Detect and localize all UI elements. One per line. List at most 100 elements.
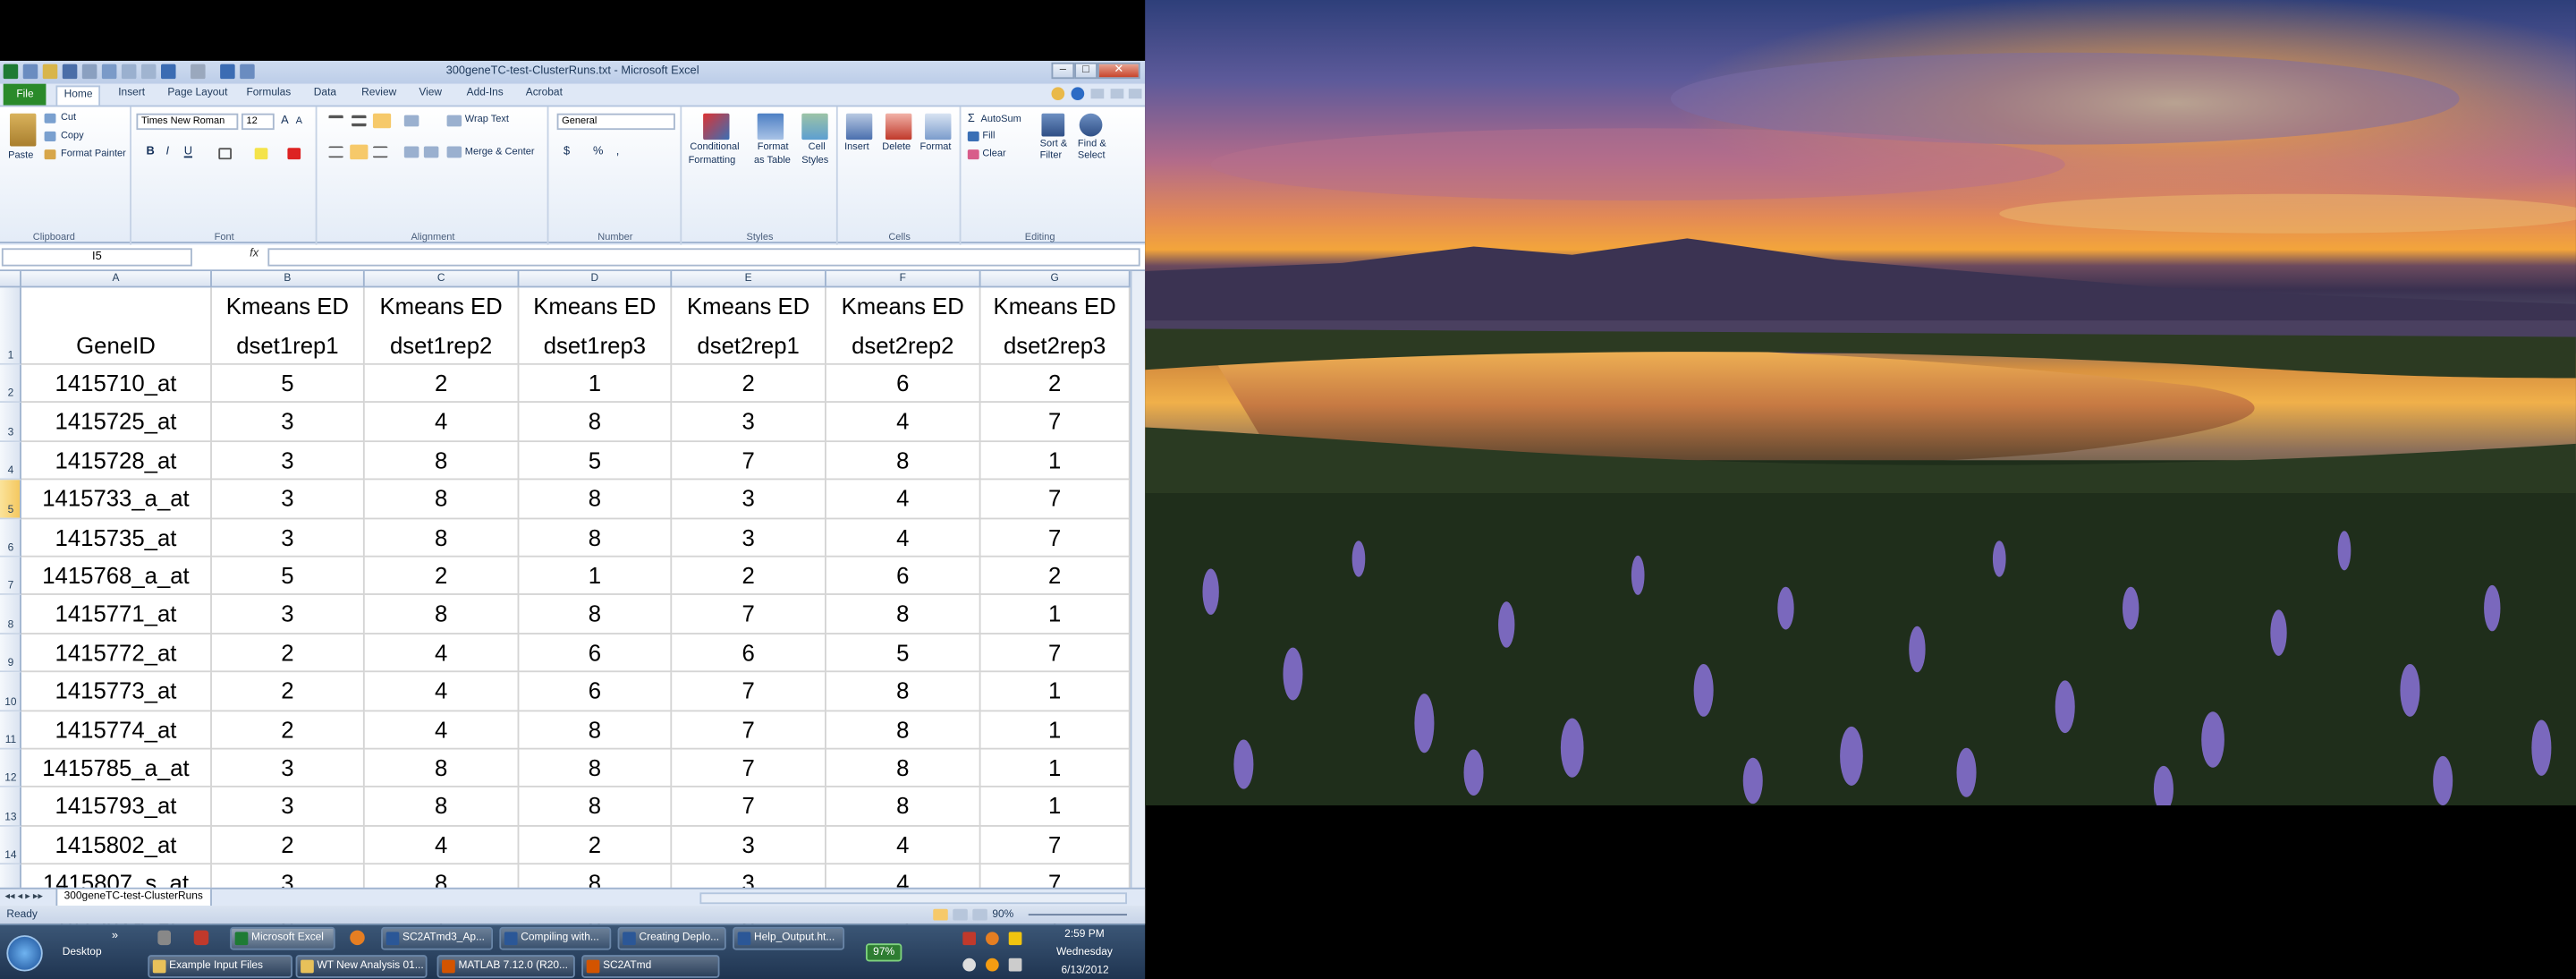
taskbar-sc2atmd[interactable]: SC2ATmd — [581, 955, 720, 978]
table-cell[interactable]: 3 — [672, 480, 826, 519]
table-cell[interactable]: 1415733_a_at — [21, 480, 212, 519]
align-left-icon[interactable] — [328, 146, 343, 158]
clear-icon[interactable] — [967, 149, 979, 160]
clear-button[interactable]: Clear — [982, 149, 1005, 159]
header-cell[interactable]: Kmeans ED dset1rep2 — [364, 287, 520, 365]
table-cell[interactable]: 1 — [980, 441, 1131, 481]
pinned-app-icon-1[interactable] — [157, 930, 172, 946]
doc-restore-icon[interactable] — [1110, 89, 1124, 99]
header-cell[interactable]: Kmeans ED dset2rep1 — [672, 287, 826, 365]
conditional-formatting-button-line2[interactable]: Formatting — [689, 156, 736, 166]
normal-view-icon[interactable] — [933, 908, 948, 921]
table-cell[interactable]: 1415725_at — [21, 403, 212, 442]
sort-filter-button-line2[interactable]: Filter — [1040, 151, 1063, 161]
column-header[interactable]: E — [672, 271, 826, 288]
table-cell[interactable]: 8 — [364, 518, 520, 558]
table-cell[interactable]: 8 — [364, 595, 520, 634]
table-cell[interactable]: 1 — [519, 557, 673, 596]
taskbar-wt-new-analysis[interactable]: WT New Analysis 01... — [295, 955, 428, 978]
table-cell[interactable]: 4 — [364, 826, 520, 865]
table-cell[interactable]: 7 — [672, 749, 826, 788]
tray-icon-3[interactable] — [1008, 932, 1022, 946]
row-header[interactable]: 8 — [0, 595, 21, 634]
row-header[interactable]: 7 — [0, 557, 21, 596]
table-cell[interactable]: 3 — [672, 826, 826, 865]
row-header[interactable]: 3 — [0, 403, 21, 442]
tab-review[interactable]: Review — [355, 87, 403, 98]
cut-button[interactable]: Cut — [61, 114, 76, 123]
align-bottom-icon[interactable] — [372, 113, 392, 129]
desktop-toolbar[interactable]: Desktop — [63, 947, 102, 958]
font-name-combo[interactable]: Times New Roman — [136, 113, 239, 131]
table-cell[interactable]: 2 — [211, 826, 365, 865]
vertical-scrollbar[interactable] — [1130, 271, 1146, 924]
merge-center-button[interactable]: Merge & Center — [465, 148, 535, 157]
table-cell[interactable]: 4 — [826, 826, 981, 865]
autosum-button[interactable]: AutoSum — [981, 115, 1021, 125]
table-cell[interactable]: 6 — [672, 634, 826, 673]
taskbar-help-output[interactable]: Help_Output.ht... — [733, 926, 845, 950]
conditional-formatting-button[interactable]: Conditional — [690, 143, 739, 153]
table-cell[interactable]: 4 — [826, 480, 981, 519]
find-select-button-line2[interactable]: Select — [1078, 151, 1106, 161]
paste-icon[interactable] — [10, 113, 37, 147]
sheet-tab[interactable]: 300geneTC-test-ClusterRuns — [55, 889, 212, 907]
table-cell[interactable]: 2 — [672, 364, 826, 404]
table-cell[interactable]: 1415768_a_at — [21, 557, 212, 596]
row-header[interactable]: 6 — [0, 518, 21, 558]
table-cell[interactable]: 8 — [519, 595, 673, 634]
fill-button[interactable]: Fill — [982, 132, 995, 141]
doc-minimize-icon[interactable] — [1090, 89, 1105, 99]
minimize-button[interactable]: – — [1051, 62, 1075, 80]
fill-color-icon[interactable] — [254, 148, 268, 160]
wrap-text-button[interactable]: Wrap Text — [465, 115, 509, 125]
table-cell[interactable]: 4 — [826, 403, 981, 442]
taskbar-word-sc2atmd3[interactable]: SC2ATmd3_Ap... — [381, 926, 494, 950]
table-cell[interactable]: 4 — [826, 518, 981, 558]
row-header[interactable]: 9 — [0, 634, 21, 673]
table-cell[interactable]: 1415771_at — [21, 595, 212, 634]
table-cell[interactable]: 6 — [519, 634, 673, 673]
merge-icon[interactable] — [446, 146, 462, 158]
copy-button[interactable]: Copy — [61, 132, 84, 141]
cut-icon[interactable] — [44, 113, 56, 123]
table-cell[interactable]: 8 — [826, 595, 981, 634]
tab-formulas[interactable]: Formulas — [240, 87, 297, 98]
table-cell[interactable]: 7 — [672, 672, 826, 711]
align-right-icon[interactable] — [372, 146, 388, 158]
row-header[interactable]: 2 — [0, 364, 21, 404]
row-header[interactable]: 12 — [0, 749, 21, 788]
table-cell[interactable]: 7 — [980, 403, 1131, 442]
currency-button[interactable]: $ — [564, 146, 570, 157]
font-color-icon[interactable] — [287, 148, 301, 160]
table-cell[interactable]: 2 — [672, 557, 826, 596]
tab-insert[interactable]: Insert — [112, 87, 152, 98]
find-select-button[interactable]: Find & — [1078, 140, 1106, 149]
table-cell[interactable]: 3 — [211, 518, 365, 558]
row-header[interactable]: 11 — [0, 711, 21, 750]
bold-button[interactable]: B — [146, 146, 154, 157]
horizontal-scrollbar[interactable] — [699, 892, 1127, 905]
row-header[interactable]: 4 — [0, 441, 21, 481]
align-top-icon[interactable] — [328, 115, 343, 127]
table-cell[interactable]: 8 — [364, 441, 520, 481]
table-cell[interactable]: 2 — [364, 557, 520, 596]
zoom-level[interactable]: 90% — [992, 909, 1013, 921]
column-header[interactable]: B — [212, 271, 365, 288]
table-cell[interactable]: 3 — [672, 403, 826, 442]
sigma-icon[interactable]: Σ — [968, 114, 975, 125]
table-cell[interactable]: 2 — [364, 364, 520, 404]
table-cell[interactable]: 8 — [826, 672, 981, 711]
grow-font-icon[interactable]: A — [281, 115, 289, 127]
table-cell[interactable]: 4 — [364, 711, 520, 750]
table-cell[interactable]: 4 — [364, 634, 520, 673]
table-cell[interactable]: 6 — [519, 672, 673, 711]
format-painter-button[interactable]: Format Painter — [61, 149, 126, 159]
minimize-ribbon-icon[interactable] — [1051, 87, 1065, 101]
conditional-formatting-icon[interactable] — [703, 113, 730, 140]
row-header[interactable]: 13 — [0, 787, 21, 827]
table-cell[interactable]: 3 — [672, 518, 826, 558]
percent-button[interactable]: % — [593, 146, 603, 157]
decrease-indent-icon[interactable] — [403, 146, 419, 158]
clock-day[interactable]: Wednesday — [1056, 947, 1113, 958]
